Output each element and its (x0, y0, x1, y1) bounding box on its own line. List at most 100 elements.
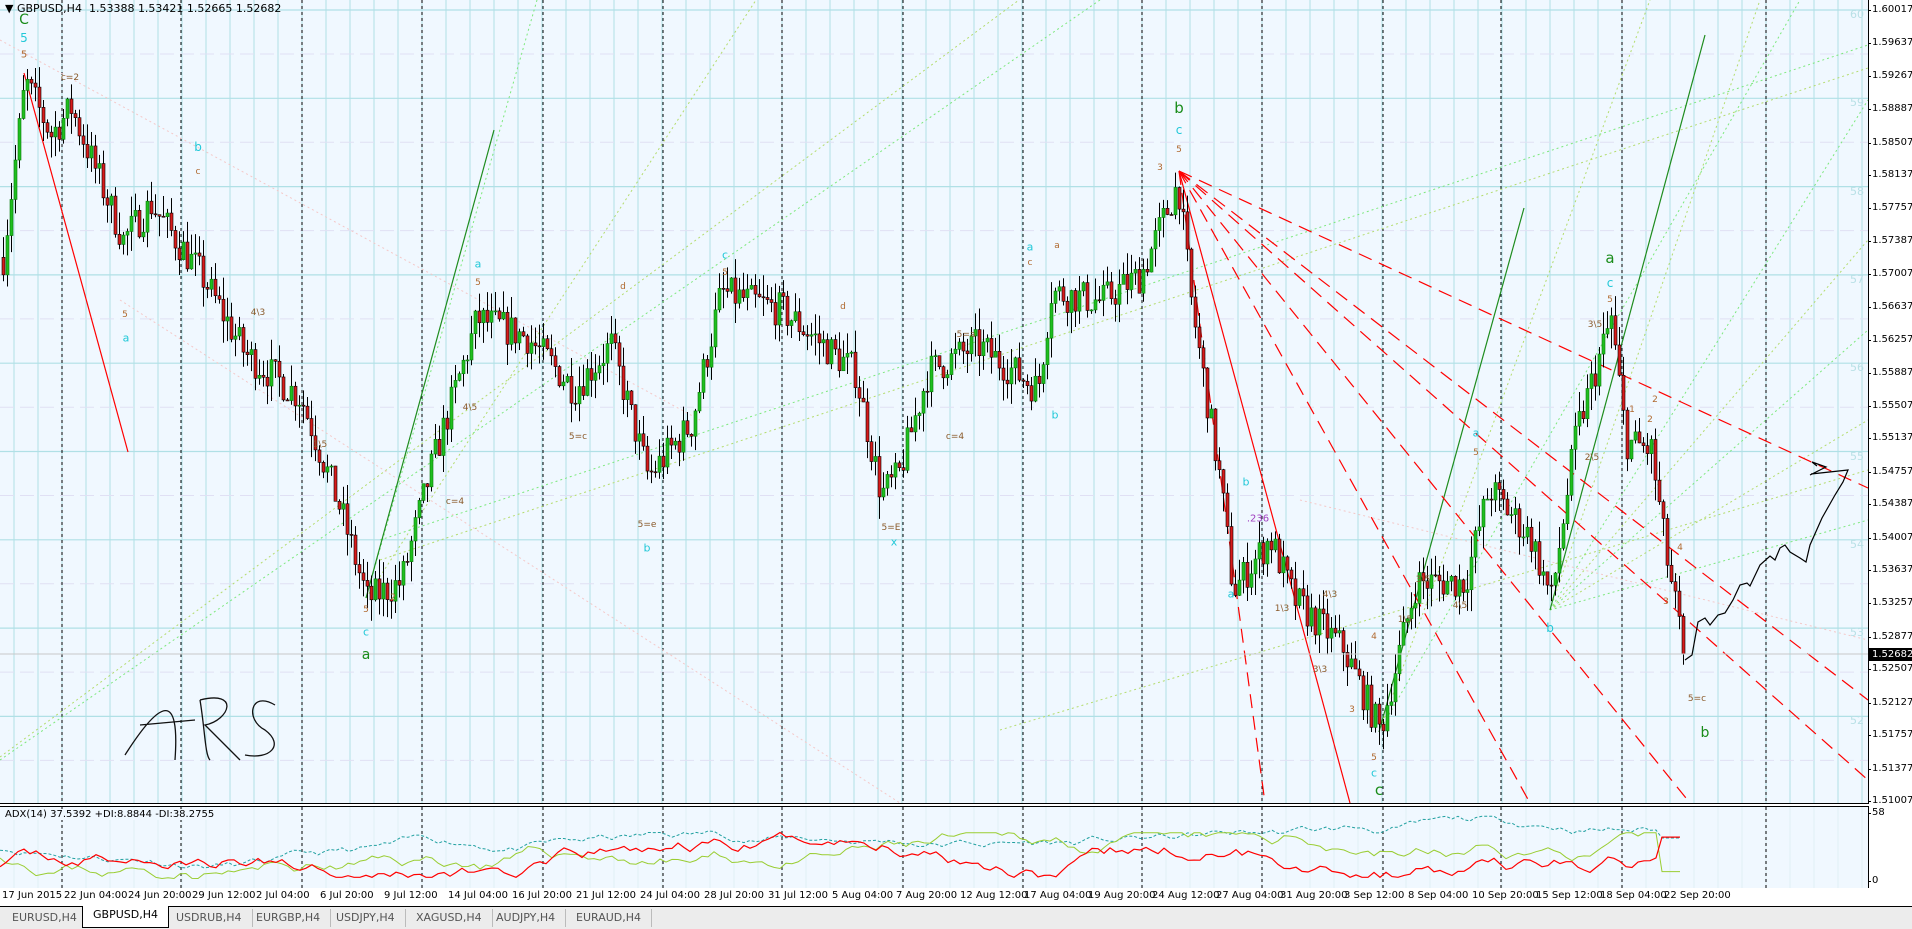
candle-bull (325, 466, 330, 473)
wave-label: b (643, 541, 651, 555)
candle-bear (537, 345, 542, 348)
candle-bull (1469, 556, 1474, 591)
wave-label: 1\3 (1274, 604, 1290, 614)
time-tick-label: 24 Aug 12:00 (1152, 890, 1220, 901)
candle-bull (1013, 357, 1018, 369)
candle-bear (553, 355, 558, 367)
candle-bear (757, 293, 762, 298)
candle-bull (1633, 431, 1638, 441)
candle-bear (721, 288, 726, 290)
candle-bear (589, 368, 594, 381)
candle-bear (925, 390, 930, 393)
candle-bear (317, 449, 322, 463)
candle-bear (1581, 411, 1586, 420)
candle-bear (1377, 703, 1382, 725)
candle-bear (549, 348, 554, 357)
candle-bear (1177, 187, 1182, 210)
candle-bull (981, 341, 986, 357)
tab-usdjpy-h4[interactable]: USDJPY,H4 (326, 909, 406, 927)
candle-bull (1577, 411, 1582, 427)
wave-label: a (1026, 240, 1034, 254)
candle-bull (1317, 608, 1322, 636)
tab-xagusd-h4[interactable]: XAGUSD,H4 (406, 909, 493, 927)
candle-bull (893, 462, 898, 478)
candle-bear (1549, 584, 1554, 587)
wave-label: c=4 (945, 432, 965, 442)
candle-bull (1589, 373, 1594, 389)
candle-bull (993, 351, 998, 358)
candle-bear (169, 212, 174, 231)
candle-bull (1513, 508, 1518, 515)
candle-bear (1353, 658, 1358, 670)
candle-bull (1041, 364, 1046, 384)
candle-bull (1337, 630, 1342, 634)
wave-label: 4 (1677, 543, 1683, 553)
price-axis[interactable]: 1.60017 1.59637 1.59267 1.58887 1.58507 1.581… (1867, 0, 1912, 888)
time-axis[interactable]: 17 Jun 2015 22 Jun 04:00 24 Jun 20:00 29 Ju… (0, 888, 1912, 906)
adx-indicator-panel[interactable]: ADX(14) 37.5392 +DI:8.8844 -DI:38.2755 (0, 806, 1869, 889)
time-tick-label: 3 Sep 12:00 (1344, 890, 1405, 901)
price-chart[interactable]: C 5 5 c=2 b c a 5 b c 5 3 a 5 c a 5 c=4 5=c 5=e b c 5 d d 5=E x a c a… (0, 0, 1869, 804)
trendline-dotted (1378, 0, 1801, 733)
adx-scale-max: 58 (1868, 807, 1885, 818)
tab-euraud-h4[interactable]: EURAUD,H4 (566, 909, 653, 927)
wave-label: .236 (1246, 513, 1270, 525)
price-tick-label: 1.51757 (1867, 729, 1912, 741)
wave-label: a (1227, 587, 1235, 601)
candle-bear (1529, 526, 1534, 552)
wave-label: 3\3 (1312, 665, 1328, 675)
candle-bull (65, 98, 70, 119)
time-tick-label: 22 Jun 04:00 (64, 890, 128, 901)
candle-bear (997, 351, 1002, 369)
tab-eurusd-h4[interactable]: EURUSD,H4 (2, 909, 88, 927)
candle-bull (1449, 576, 1454, 582)
time-tick-label: 17 Aug 04:00 (1024, 890, 1092, 901)
candle-bear (1637, 431, 1642, 444)
candle-bull (401, 561, 406, 586)
candle-bear (201, 255, 206, 288)
candle-bull (1105, 281, 1110, 286)
candle-bull (481, 309, 486, 324)
candle-bear (1321, 608, 1326, 615)
candle-bear (425, 483, 430, 488)
price-tick-label: 1.54387 (1867, 498, 1912, 510)
chart-canvas[interactable] (0, 0, 1868, 803)
tab-usdrub-h4[interactable]: USDRUB,H4 (166, 909, 253, 927)
candle-bull (1057, 286, 1062, 292)
candle-bear (801, 331, 806, 335)
wave-label: 2 (1652, 395, 1658, 405)
candle-bull (1533, 541, 1538, 552)
tab-gbpusd-h4[interactable]: GBPUSD,H4 (82, 906, 169, 928)
candle-bear (825, 339, 830, 365)
chart-header: ▼ GBPUSD,H4 1.53388 1.53421 1.52665 1.52… (5, 2, 281, 15)
candle-bear (861, 397, 866, 403)
wave-label: a (361, 647, 371, 663)
candle-bull (821, 339, 826, 344)
candle-bull (1413, 603, 1418, 609)
candle-bear (1661, 501, 1666, 519)
candle-bear (725, 288, 730, 292)
candle-bear (101, 163, 106, 199)
candle-bull (1561, 523, 1566, 549)
candle-bull (729, 277, 734, 292)
candle-bear (261, 374, 266, 378)
wave-label: 5 (363, 605, 369, 615)
chart-tab-bar: EURUSD,H4 GBPUSD,H4 USDRUB,H4 EURGBP,H4 USDJ… (0, 906, 1912, 929)
tab-eurgbp-h4[interactable]: EURGBP,H4 (246, 909, 332, 927)
wave-label: 5=a (956, 330, 976, 340)
candle-bear (1233, 583, 1238, 596)
wave-label: b (1051, 408, 1059, 422)
wave-label: 5 (475, 278, 481, 288)
wave-label: c=2 (60, 73, 80, 83)
candle-bear (1065, 300, 1070, 313)
candle-bear (273, 359, 278, 362)
candle-bull (1281, 556, 1286, 574)
candle-bear (117, 234, 122, 245)
collapse-triangle-icon[interactable]: ▼ (5, 2, 13, 15)
tab-audjpy-h4[interactable]: AUDJPY,H4 (486, 909, 567, 927)
time-tick-label: 18 Sep 04:00 (1600, 890, 1667, 901)
time-tick-label: 28 Jul 20:00 (704, 890, 764, 901)
candle-bull (601, 362, 606, 367)
candle-bull (289, 385, 294, 401)
candle-bear (157, 214, 162, 217)
